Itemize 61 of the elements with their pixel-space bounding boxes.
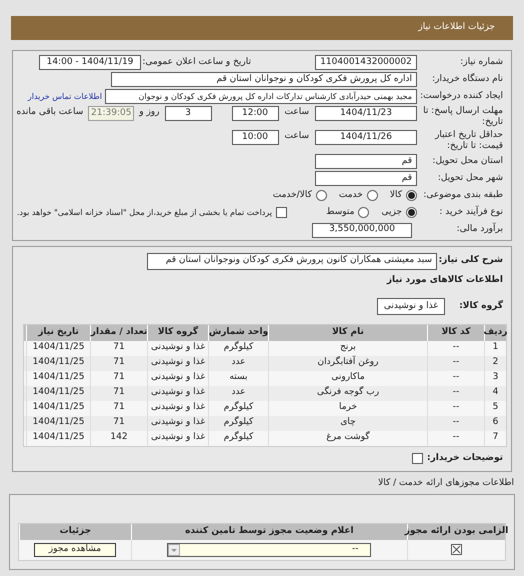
section-title: اطلاعات مجوزهای ارائه خدمت / کالا bbox=[377, 477, 514, 490]
field-label: ساعت bbox=[284, 130, 309, 143]
column-header: جزئیات bbox=[19, 524, 131, 540]
table-cell: 142 bbox=[90, 430, 147, 446]
field-label: نام دستگاه خریدار: bbox=[431, 72, 503, 86]
text-field[interactable]: 1404/11/23 bbox=[315, 106, 417, 121]
field-label: شماره نیاز: bbox=[459, 56, 503, 69]
view-permit-button[interactable]: مشاهده مجوز bbox=[34, 542, 116, 556]
table-cell: 7 bbox=[484, 430, 506, 446]
radio-button[interactable] bbox=[358, 207, 370, 218]
field-label: ساعت bbox=[284, 106, 309, 119]
text-field[interactable]: قم bbox=[315, 171, 417, 186]
payment-note: پرداخت تمام یا بخشی از مبلغ خرید،از محل "اسناد خزانه اسلامی" خواهد بود. bbox=[16, 206, 272, 218]
remaining-time-field: 21:39:05 bbox=[88, 106, 134, 121]
text-field[interactable]: مجید بهمنی حیدرآبادی کارشناس تدارکات اداره کل پرورش فکری کودکان و نوجوان bbox=[105, 89, 417, 104]
field-label: حداقل تاریخ اعتبار قیمت: تا تاریخ: bbox=[434, 130, 503, 152]
text-field[interactable]: 12:00 bbox=[232, 106, 278, 121]
field-label: استان محل تحویل: bbox=[431, 154, 503, 168]
table-cell: کیلوگرم bbox=[208, 430, 268, 446]
field-label: برآورد مالی: bbox=[456, 223, 503, 236]
field-label: مهلت ارسال پاسخ: تا تاریخ: bbox=[422, 106, 503, 128]
table-cell: غذا و نوشیدنی bbox=[147, 430, 208, 446]
buyer-contact-link[interactable]: اطلاعات تماس خریدار bbox=[28, 90, 102, 102]
table-cell: -- bbox=[427, 430, 484, 446]
checkbox[interactable] bbox=[412, 452, 424, 464]
field-label: طبقه بندی موضوعی: bbox=[422, 188, 503, 202]
radio-label: متوسط bbox=[326, 206, 354, 219]
field-label: ساعت باقی مانده bbox=[16, 106, 84, 119]
field-label: روز و bbox=[139, 106, 160, 119]
page-title: جزئیات اطلاعات نیاز bbox=[418, 21, 495, 34]
text-field[interactable]: 1104001432000002 bbox=[315, 55, 417, 70]
radio-button[interactable] bbox=[316, 190, 327, 201]
section-title: اطلاعات کالاهای مورد نیاز bbox=[386, 274, 503, 287]
text-field[interactable]: 10:00 bbox=[232, 130, 278, 145]
table-cell: گوشت مرغ bbox=[268, 430, 427, 446]
radio-button[interactable] bbox=[406, 207, 417, 218]
field-label: شرح کلی نیاز: bbox=[438, 254, 503, 268]
field-label: شهر محل تحویل: bbox=[436, 172, 503, 185]
radio-label: خدمت bbox=[338, 188, 363, 202]
text-field[interactable]: 1404/11/26 bbox=[315, 130, 417, 145]
text-field[interactable]: 3 bbox=[164, 106, 212, 121]
table-cell: 1404/11/25 bbox=[26, 430, 90, 446]
field-label: نوع فرآیند خرید : bbox=[438, 206, 503, 219]
text-field[interactable]: قم bbox=[315, 154, 417, 169]
text-field[interactable]: اداره کل پرورش فکری کودکان و نوجوانان استان قم bbox=[111, 72, 417, 87]
text-field[interactable]: غذا و نوشیدنی bbox=[376, 298, 445, 315]
field-label: ایجاد کننده درخواست: bbox=[419, 90, 503, 103]
radio-button[interactable] bbox=[366, 190, 378, 201]
status-select[interactable]: -- bbox=[167, 542, 372, 556]
field-label: گروه کالا: bbox=[458, 300, 503, 313]
buyer-notes-label: توضیحات خریدار: bbox=[427, 452, 503, 464]
radio-label: کالا bbox=[390, 188, 402, 202]
radio-label: کالا/خدمت bbox=[272, 188, 312, 202]
text-field[interactable]: سبد معیشتی همکاران کانون پرورش فکری کودکان ونوجوانان استان قم bbox=[147, 252, 437, 270]
text-field[interactable]: 1404/11/19 - 14:00 bbox=[39, 55, 141, 70]
text-field[interactable]: 3,550,000,000 bbox=[312, 222, 412, 238]
field-label: تاریخ و ساعت اعلان عمومی: bbox=[141, 56, 251, 69]
checkbox[interactable] bbox=[451, 544, 462, 555]
checkbox[interactable] bbox=[276, 207, 287, 218]
radio-label: جزیی bbox=[381, 206, 402, 219]
radio-button[interactable] bbox=[406, 190, 417, 201]
